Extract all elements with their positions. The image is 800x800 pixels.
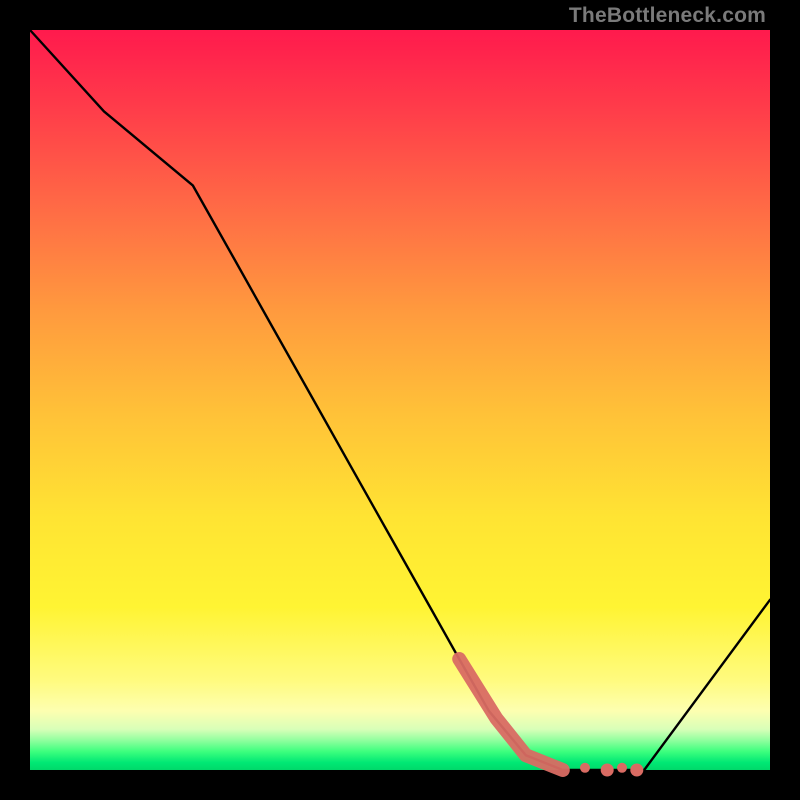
chart-stage: TheBottleneck.com (0, 0, 800, 800)
plot-area (30, 30, 770, 770)
highlight-dots (580, 763, 643, 777)
highlight-dot (601, 764, 614, 777)
bottleneck-curve (30, 30, 770, 770)
curve-layer (30, 30, 770, 770)
highlight-dot (580, 763, 590, 773)
attribution-watermark: TheBottleneck.com (569, 4, 766, 28)
highlight-stroke (459, 659, 563, 770)
highlight-dot (617, 763, 627, 773)
highlight-dot (630, 764, 643, 777)
